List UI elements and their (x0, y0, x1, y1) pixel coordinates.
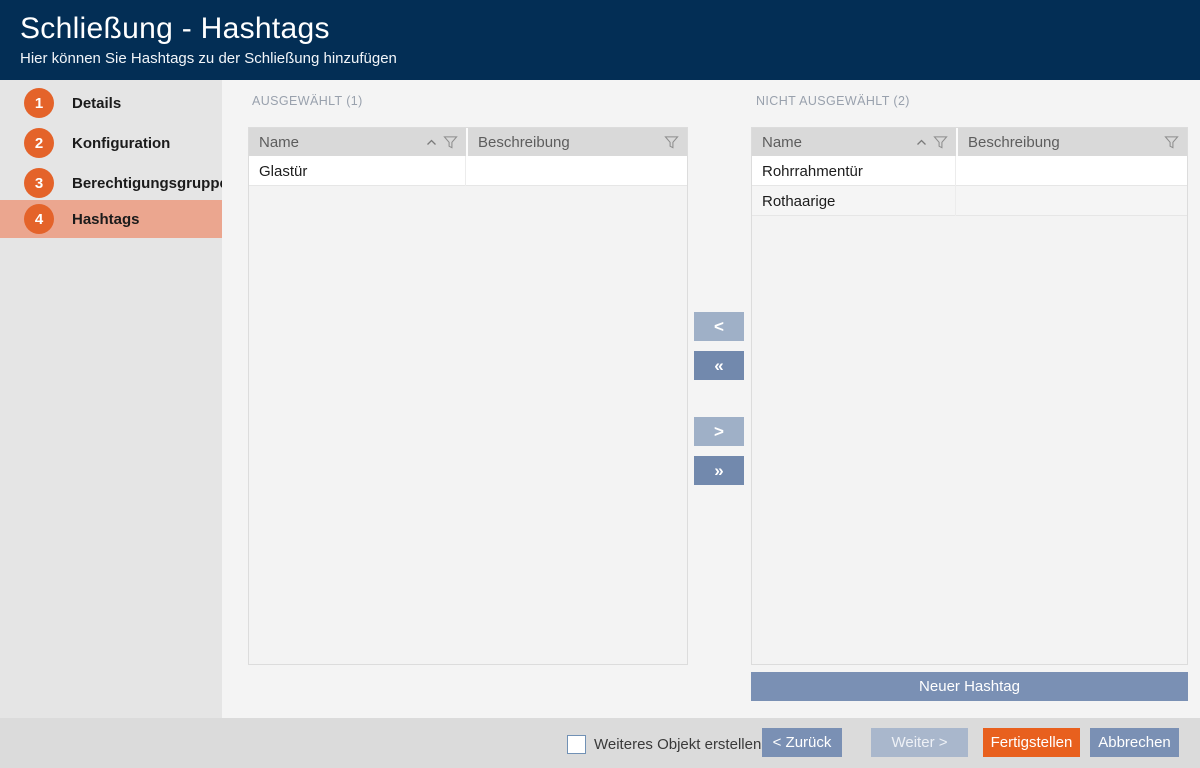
cancel-button[interactable]: Abbrechen (1090, 728, 1179, 757)
move-left-button[interactable]: < (694, 312, 744, 341)
table-row[interactable]: Rohrrahmentür (752, 156, 1187, 186)
sidebar-item-label: Details (72, 94, 122, 112)
cell-beschreibung (466, 156, 687, 186)
selected-hashtags-table: Name Beschreibung Glastür (248, 127, 688, 665)
sidebar-item-konfiguration[interactable]: 2 Konfiguration (0, 124, 222, 162)
cell-name: Glastür (249, 156, 466, 186)
sidebar-item-label: Berechtigungsgruppen (72, 174, 238, 192)
step-number-badge: 1 (24, 88, 54, 118)
step-number-badge: 4 (24, 204, 54, 234)
wizard-step-sidebar: 1 Details 2 Konfiguration 3 Berechtigung… (0, 80, 237, 718)
cell-beschreibung (956, 186, 1187, 216)
move-all-left-button[interactable]: « (694, 351, 744, 380)
move-right-button[interactable]: > (694, 417, 744, 446)
sidebar-item-details[interactable]: 1 Details (0, 84, 222, 122)
column-header-name[interactable]: Name (752, 128, 956, 156)
page-title: Schließung - Hashtags (20, 12, 330, 45)
sort-ascending-icon[interactable] (426, 139, 437, 146)
filter-icon[interactable] (1164, 135, 1179, 150)
sort-ascending-icon[interactable] (916, 139, 927, 146)
page-subtitle: Hier können Sie Hashtags zu der Schließu… (20, 50, 397, 67)
selected-section-label: AUSGEWÄHLT (1) (252, 94, 363, 108)
step-number-badge: 2 (24, 128, 54, 158)
move-all-right-button[interactable]: » (694, 456, 744, 485)
cell-beschreibung (956, 156, 1187, 186)
cell-name: Rohrrahmentür (752, 156, 956, 186)
column-header-beschreibung[interactable]: Beschreibung (468, 128, 687, 156)
table-row[interactable]: Rothaarige (752, 186, 1187, 216)
new-hashtag-button[interactable]: Neuer Hashtag (751, 672, 1188, 701)
back-button[interactable]: < Zurück (762, 728, 842, 757)
sidebar-item-hashtags[interactable]: 4 Hashtags (0, 200, 235, 238)
table-row[interactable]: Glastür (249, 156, 687, 186)
sidebar-item-berechtigungsgruppen[interactable]: 3 Berechtigungsgruppen (0, 164, 237, 202)
cell-name: Rothaarige (752, 186, 956, 216)
wizard-header: Schließung - Hashtags Hier können Sie Ha… (0, 0, 1200, 80)
main-content: AUSGEWÄHLT (1) NICHT AUSGEWÄHLT (2) Name… (222, 80, 1200, 718)
create-another-object-label: Weiteres Objekt erstellen (594, 736, 762, 753)
filter-icon[interactable] (443, 135, 458, 150)
next-button[interactable]: Weiter > (871, 728, 968, 757)
column-header-name[interactable]: Name (249, 128, 466, 156)
table-header-row: Name Beschreibung (752, 128, 1187, 156)
not-selected-section-label: NICHT AUSGEWÄHLT (2) (756, 94, 910, 108)
create-another-object-checkbox[interactable] (567, 735, 586, 754)
sidebar-item-label: Konfiguration (72, 134, 171, 152)
finish-button[interactable]: Fertigstellen (983, 728, 1080, 757)
not-selected-hashtags-table: Name Beschreibung Rohrrahmentür Rothaari… (751, 127, 1188, 665)
step-number-badge: 3 (24, 168, 54, 198)
sidebar-item-label: Hashtags (72, 210, 140, 228)
filter-icon[interactable] (664, 135, 679, 150)
column-header-beschreibung[interactable]: Beschreibung (958, 128, 1187, 156)
table-header-row: Name Beschreibung (249, 128, 687, 156)
filter-icon[interactable] (933, 135, 948, 150)
